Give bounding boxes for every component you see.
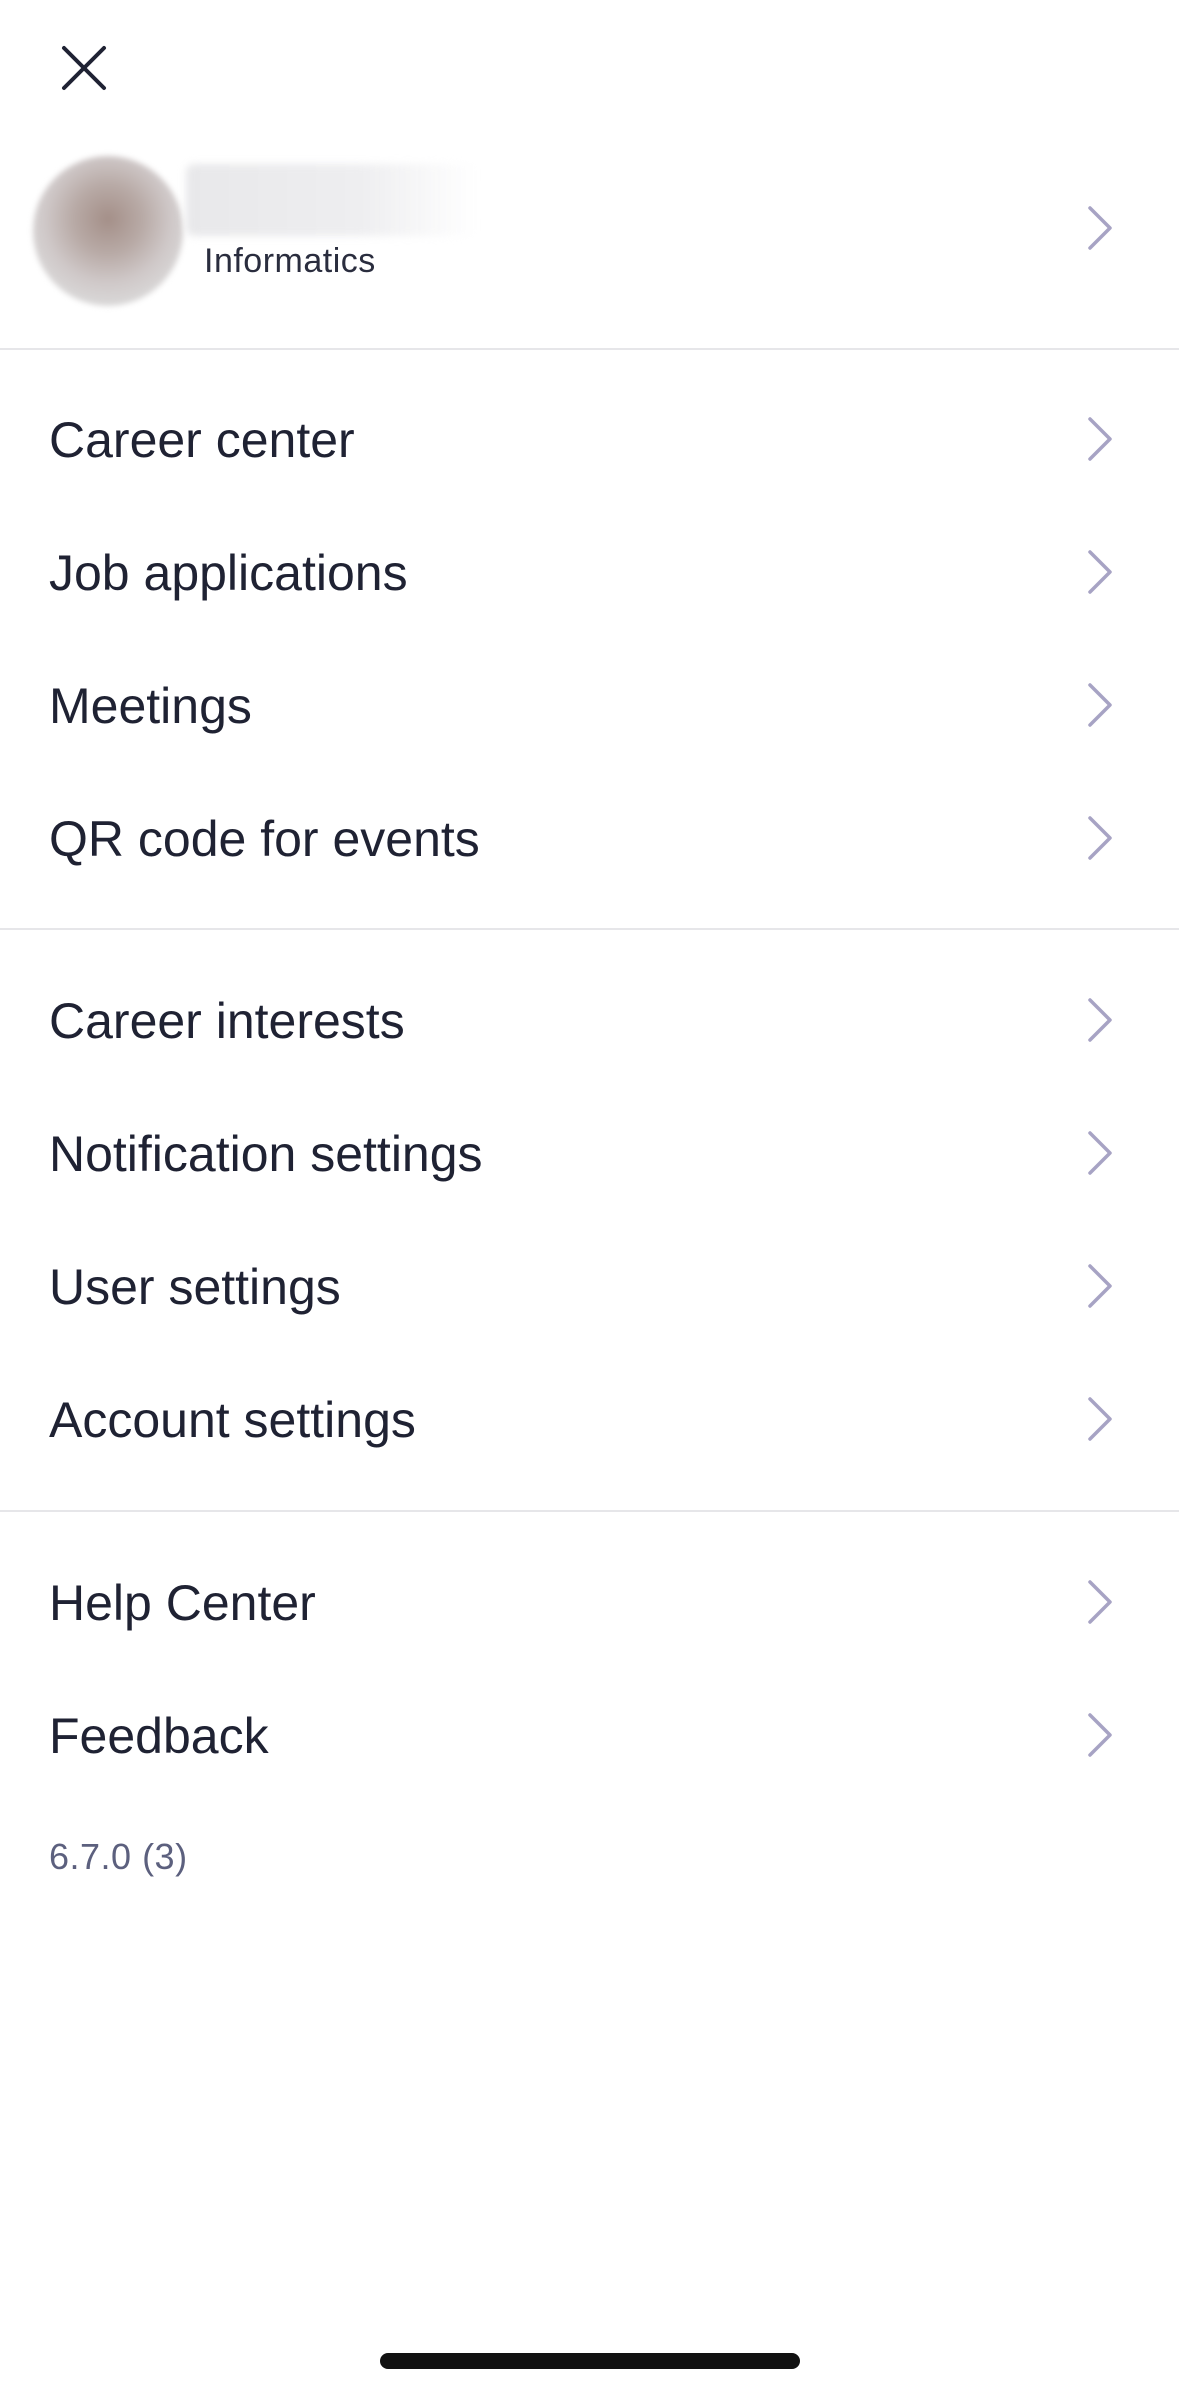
menu-item-label: User settings — [49, 1258, 341, 1315]
menu-item-career-interests[interactable]: Career interests — [0, 954, 1179, 1087]
chevron-right-icon — [1085, 1262, 1115, 1310]
home-indicator[interactable] — [380, 2353, 800, 2369]
menu-item-qr-code-for-events[interactable]: QR code for events — [0, 772, 1179, 905]
menu-screen: Informatics Career center Job applicatio… — [0, 0, 1179, 2396]
menu-item-meetings[interactable]: Meetings — [0, 639, 1179, 772]
chevron-right-icon — [1085, 996, 1115, 1044]
menu-item-label: Career interests — [49, 992, 405, 1049]
menu-item-label: Meetings — [49, 677, 252, 734]
menu-item-account-settings[interactable]: Account settings — [0, 1353, 1179, 1486]
menu-item-label: Account settings — [49, 1391, 416, 1448]
menu-item-label: Notification settings — [49, 1125, 483, 1182]
profile-subtitle: Informatics — [204, 242, 376, 280]
profile-row[interactable]: Informatics — [0, 150, 1179, 310]
menu-item-notification-settings[interactable]: Notification settings — [0, 1087, 1179, 1220]
profile-name-redacted — [186, 164, 476, 236]
avatar — [33, 156, 183, 306]
menu-item-career-center[interactable]: Career center — [0, 373, 1179, 506]
chevron-right-icon — [1085, 548, 1115, 596]
menu-item-job-applications[interactable]: Job applications — [0, 506, 1179, 639]
menu-item-label: Job applications — [49, 544, 408, 601]
chevron-right-icon — [1085, 681, 1115, 729]
chevron-right-icon — [1085, 1711, 1115, 1759]
section-divider — [0, 928, 1179, 930]
menu-item-label: Help Center — [49, 1574, 316, 1631]
close-button[interactable] — [44, 28, 124, 108]
close-icon — [62, 46, 106, 90]
chevron-right-icon — [1085, 204, 1115, 252]
menu-item-user-settings[interactable]: User settings — [0, 1220, 1179, 1353]
menu-item-help-center[interactable]: Help Center — [0, 1536, 1179, 1669]
chevron-right-icon — [1085, 1129, 1115, 1177]
chevron-right-icon — [1085, 814, 1115, 862]
menu-item-label: Feedback — [49, 1707, 269, 1764]
menu-item-label: Career center — [49, 411, 355, 468]
chevron-right-icon — [1085, 1395, 1115, 1443]
menu-item-label: QR code for events — [49, 810, 480, 867]
section-divider — [0, 1510, 1179, 1512]
chevron-right-icon — [1085, 415, 1115, 463]
chevron-right-icon — [1085, 1578, 1115, 1626]
menu-item-feedback[interactable]: Feedback — [0, 1669, 1179, 1802]
app-version: 6.7.0 (3) — [49, 1836, 188, 1877]
section-divider — [0, 348, 1179, 350]
